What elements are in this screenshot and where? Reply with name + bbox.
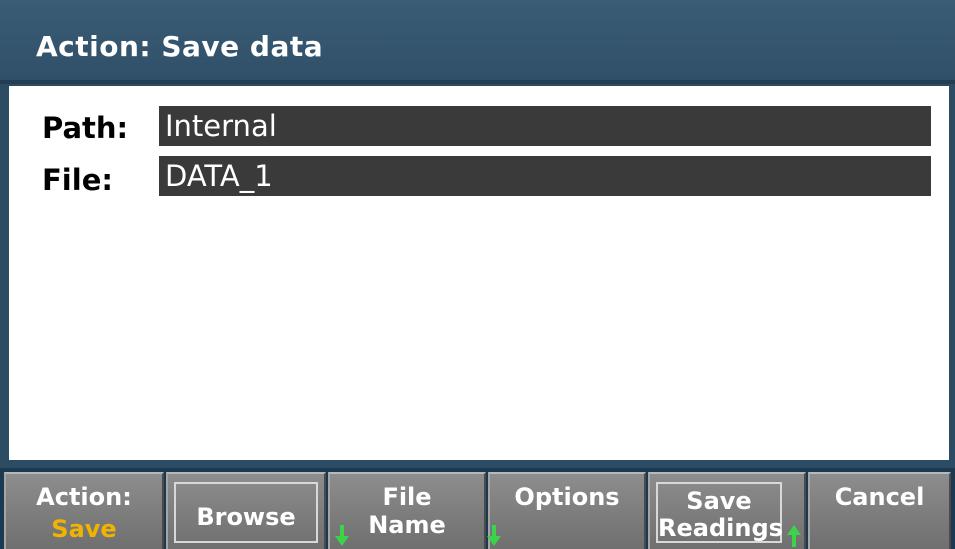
browse-softkey[interactable]: Browse — [166, 472, 326, 549]
content-panel: Path: Internal File: DATA_1 — [9, 86, 949, 460]
action-softkey-label: Action: — [36, 483, 132, 511]
browse-softkey-frame: Browse — [174, 482, 318, 543]
file-name-softkey-line2: Name — [368, 511, 446, 539]
action-softkey[interactable]: Action: Save — [4, 472, 164, 549]
file-name-softkey-line1: File — [382, 483, 432, 511]
save-readings-softkey-line1: Save — [686, 487, 752, 515]
file-label: File: — [42, 163, 113, 197]
browse-softkey-label: Browse — [196, 503, 296, 531]
path-label: Path: — [42, 111, 129, 145]
save-readings-softkey-frame: Save Readings — [656, 482, 783, 543]
file-name-softkey[interactable]: File Name — [328, 472, 486, 549]
instrument-screen: Action: Save data Path: Internal File: D… — [0, 0, 955, 549]
action-softkey-value: Save — [51, 515, 117, 543]
options-softkey-label: Options — [514, 483, 620, 511]
softkey-bar: Action: Save Browse File Name Options Sa… — [0, 468, 955, 549]
down-arrow-icon — [335, 525, 349, 546]
options-softkey[interactable]: Options — [487, 472, 646, 549]
save-readings-softkey-line2: Readings — [658, 514, 783, 542]
cancel-softkey-label: Cancel — [834, 483, 925, 511]
path-field[interactable]: Internal — [159, 106, 931, 146]
down-arrow-icon — [487, 525, 501, 546]
page-title: Action: Save data — [36, 30, 324, 63]
up-arrow-icon — [787, 525, 801, 547]
cancel-softkey[interactable]: Cancel — [808, 472, 951, 549]
title-bar: Action: Save data — [0, 0, 955, 84]
save-readings-softkey[interactable]: Save Readings — [648, 472, 806, 549]
file-field[interactable]: DATA_1 — [159, 156, 931, 196]
